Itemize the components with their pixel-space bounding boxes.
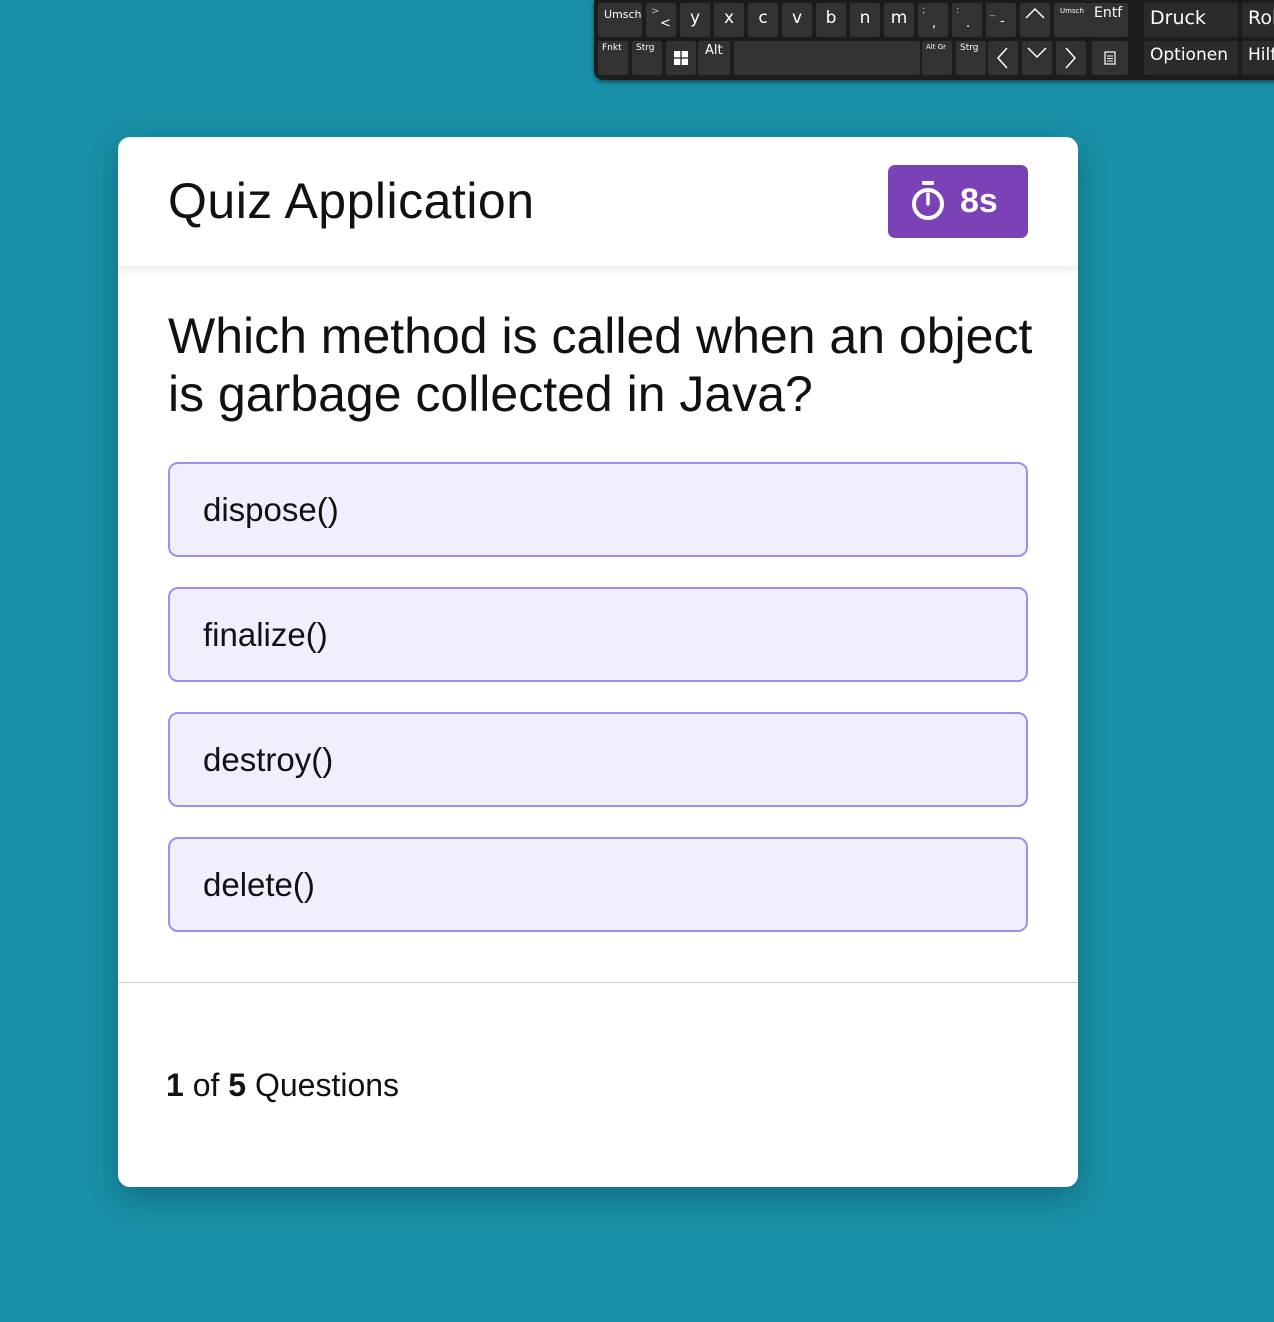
progress-of-word: of	[192, 1067, 220, 1103]
key-space[interactable]	[734, 41, 920, 75]
key-b[interactable]: b	[816, 3, 846, 37]
key-shift-left[interactable]: Umsch	[598, 3, 642, 37]
arrow-down-icon	[1027, 47, 1047, 59]
key-scroll-lock[interactable]: Rol	[1242, 3, 1274, 37]
key-minus[interactable]: _ -	[986, 3, 1016, 37]
arrow-right-icon	[1065, 47, 1077, 69]
key-help[interactable]: Hilf	[1242, 41, 1274, 75]
arrow-left-icon	[996, 47, 1008, 69]
key-comma[interactable]: ; ,	[918, 3, 948, 37]
question-text: Which method is called when an object is…	[168, 308, 1033, 422]
answer-option[interactable]: delete()	[168, 837, 1028, 932]
progress-label: Questions	[254, 1067, 400, 1103]
arrow-up-icon	[1025, 7, 1045, 19]
key-options[interactable]: Optionen	[1144, 41, 1238, 75]
key-arrow-down[interactable]	[1022, 41, 1052, 75]
key-fn[interactable]: Fnkt	[598, 41, 628, 75]
current-question-number: 1	[166, 1067, 184, 1103]
key-print-screen[interactable]: Druck	[1144, 3, 1238, 37]
key-arrow-left[interactable]	[988, 41, 1018, 75]
key-angle-brackets[interactable]: > <	[646, 3, 676, 37]
answer-option[interactable]: destroy()	[168, 712, 1028, 807]
answer-option[interactable]: finalize()	[168, 587, 1028, 682]
key-alt-gr[interactable]: Alt Gr	[922, 41, 952, 75]
menu-key-icon	[1104, 51, 1116, 65]
quiz-card: Quiz Application 8s Which method is call…	[118, 137, 1078, 1187]
key-m[interactable]: m	[884, 3, 914, 37]
key-arrow-right[interactable]	[1056, 41, 1086, 75]
key-c[interactable]: c	[748, 3, 778, 37]
key-ctrl-right[interactable]: Strg	[956, 41, 986, 75]
key-shift-right[interactable]: Umsch	[1054, 3, 1088, 37]
app-title: Quiz Application	[168, 173, 535, 229]
key-x[interactable]: x	[714, 3, 744, 37]
key-y[interactable]: y	[680, 3, 710, 37]
key-period[interactable]: : .	[952, 3, 982, 37]
answer-option-label: delete()	[203, 866, 315, 903]
timer-badge: 8s	[888, 165, 1028, 238]
question-progress: 1 of 5 Questions	[166, 1067, 399, 1104]
total-question-count: 5	[228, 1067, 247, 1103]
answer-option-label: destroy()	[203, 741, 334, 778]
key-alt[interactable]: Alt	[698, 41, 730, 75]
answer-option-label: dispose()	[203, 491, 339, 528]
key-windows[interactable]	[666, 41, 696, 75]
timer-value: 8s	[960, 182, 998, 220]
answer-option-label: finalize()	[203, 616, 328, 653]
key-ctrl-left[interactable]: Strg	[632, 41, 662, 75]
stopwatch-icon	[912, 181, 944, 220]
answer-option[interactable]: dispose()	[168, 462, 1028, 557]
key-delete[interactable]: Entf	[1088, 3, 1128, 37]
key-n[interactable]: n	[850, 3, 880, 37]
quiz-header: Quiz Application 8s	[118, 137, 1078, 267]
key-menu[interactable]	[1092, 41, 1128, 75]
key-v[interactable]: v	[782, 3, 812, 37]
key-arrow-up[interactable]	[1020, 3, 1050, 37]
footer-divider	[118, 982, 1078, 983]
windows-icon	[674, 51, 688, 65]
on-screen-keyboard: Umsch > < y x c v b n m ; , : . _ - Umsc…	[594, 0, 1274, 80]
